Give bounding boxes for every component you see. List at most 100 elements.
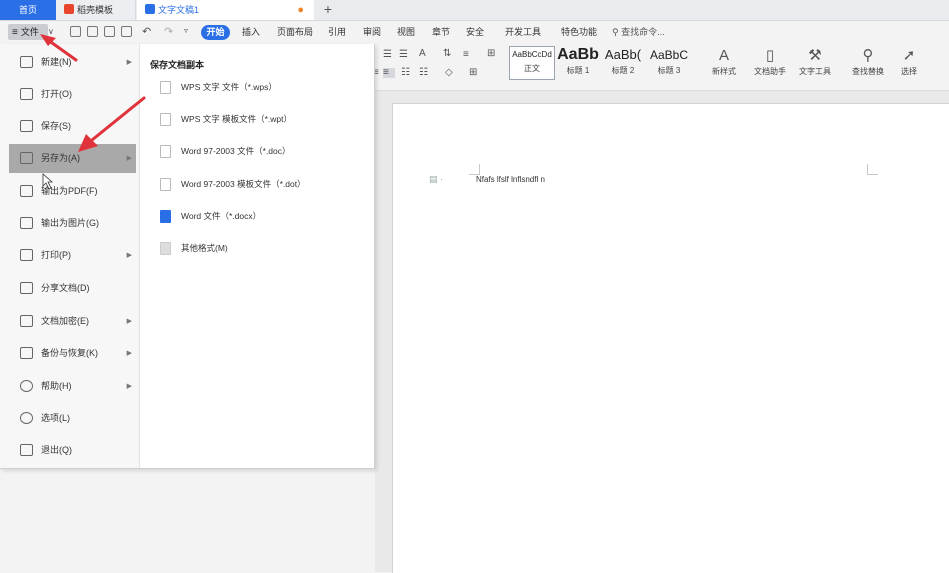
quick-access-more-icon[interactable]: ▿ [184, 26, 188, 35]
tab-start[interactable]: 开始 [201, 25, 230, 40]
margin-corner-top-left [469, 164, 480, 175]
title-bar: 首页 稻壳模板 文字文稿1 ● + [0, 0, 949, 21]
new-tab-button[interactable]: + [318, 0, 338, 20]
text-tools-button[interactable]: ⚒ 文字工具 [794, 46, 836, 77]
save-as-dot-label: Word 97-2003 模板文件（*.dot） [181, 179, 306, 189]
style-heading-2[interactable]: AaBb( 标题 2 [601, 46, 645, 80]
new-style-label: 新样式 [712, 67, 736, 76]
menu-item-open[interactable]: 打开(O) [9, 80, 136, 109]
menu-item-backup-label: 备份与恢复(K) [41, 348, 98, 358]
pdf-icon [20, 185, 33, 197]
center-align-icon[interactable]: ≡ [383, 68, 395, 78]
tab-review[interactable]: 审阅 [363, 25, 381, 40]
magnifier-icon: ⚲ [862, 47, 874, 64]
menu-item-encrypt[interactable]: 文档加密(E) ▶ [9, 307, 136, 336]
wps-writer-icon [145, 4, 155, 14]
new-style-icon: A [718, 47, 729, 64]
tab-view[interactable]: 视图 [397, 25, 415, 40]
style-heading-1-sample: AaBb [557, 46, 599, 63]
font-size-icon[interactable]: A [419, 49, 431, 59]
menu-item-share-label: 分享文档(D) [41, 283, 90, 293]
exit-icon [20, 444, 33, 456]
folder-icon [20, 88, 33, 100]
tab-insert[interactable]: 插入 [242, 25, 260, 40]
menu-item-options[interactable]: 选项(L) [9, 404, 136, 433]
wps-file-icon [160, 81, 171, 94]
menu-item-backup[interactable]: 备份与恢复(K) ▶ [9, 339, 136, 368]
save-as-wpt-label: WPS 文字 模板文件（*.wpt） [181, 114, 292, 124]
select-button[interactable]: ➚ 选择 [893, 46, 925, 77]
list-icon[interactable]: ☷ [419, 68, 431, 78]
tab-security[interactable]: 安全 [466, 25, 484, 40]
line-spacing-icon[interactable]: ≡ [463, 50, 475, 60]
file-menu-panel: 新建(N) ▶ 打开(O) 保存(S) 另存为(A) ▶ 输出为PDF(F) 输… [0, 44, 375, 469]
image-icon [20, 217, 33, 229]
command-search-placeholder: 查找命令... [621, 27, 665, 37]
menu-item-help-label: 帮助(H) [41, 381, 72, 391]
sort-icon[interactable]: ⇅ [443, 49, 455, 59]
tab-template[interactable]: 稻壳模板 [56, 0, 136, 20]
style-normal[interactable]: AaBbCcDd 正文 [509, 46, 555, 80]
menu-item-save-as[interactable]: 另存为(A) ▶ [9, 144, 136, 173]
margin-corner-top-right [867, 164, 878, 175]
command-search[interactable]: ⚲ 查找命令... [612, 25, 665, 40]
paragraph-handle-icon[interactable]: ▤ · [429, 174, 443, 185]
tab-document[interactable]: 文字文稿1 ● [137, 0, 314, 20]
export-icon[interactable] [87, 26, 98, 37]
save-as-icon [20, 152, 33, 164]
save-icon[interactable] [70, 26, 81, 37]
chevron-right-icon: ▶ [126, 350, 132, 357]
backup-icon [20, 347, 33, 359]
tab-home[interactable]: 首页 [0, 0, 56, 20]
menu-item-save[interactable]: 保存(S) [9, 112, 136, 141]
menu-item-share[interactable]: 分享文档(D) [9, 274, 136, 303]
tab-page-layout[interactable]: 页面布局 [277, 25, 313, 40]
align-left-icon[interactable]: ☰ [383, 50, 395, 60]
menu-item-print[interactable]: 打印(P) ▶ [9, 241, 136, 270]
style-heading-3-label: 标题 3 [657, 66, 681, 75]
menu-item-export-pdf[interactable]: 输出为PDF(F) [9, 177, 136, 206]
find-replace-button[interactable]: ⚲ 查找替换 [847, 46, 889, 77]
docx-file-icon [160, 210, 171, 223]
select-label: 选择 [901, 67, 917, 76]
print-preview-icon[interactable] [121, 26, 132, 37]
redo-icon[interactable]: ↷ [164, 25, 173, 38]
style-heading-3[interactable]: AaBbC 标题 3 [646, 46, 692, 80]
new-style-button[interactable]: A 新样式 [706, 46, 742, 77]
doc-file-icon [160, 145, 171, 158]
chevron-right-icon: ▶ [126, 318, 132, 325]
menu-item-exit[interactable]: 退出(Q) [9, 436, 136, 465]
table-icon[interactable]: ⊞ [487, 49, 499, 59]
print-icon[interactable] [104, 26, 115, 37]
tab-document-label: 文字文稿1 [158, 5, 200, 15]
tab-features[interactable]: 特色功能 [561, 25, 597, 40]
save-icon [20, 120, 33, 132]
document-text[interactable]: Nfafs lfslf lnflsndfl n [476, 175, 545, 184]
tab-chapter[interactable]: 章节 [432, 25, 450, 40]
document-page[interactable] [392, 103, 949, 573]
menu-item-new[interactable]: 新建(N) ▶ [9, 48, 136, 77]
style-heading-1[interactable]: AaBb 标题 1 [556, 46, 600, 80]
doc-assistant-button[interactable]: ▯ 文档助手 [751, 46, 789, 77]
style-normal-sample: AaBbCcDd [512, 50, 552, 59]
borders-icon[interactable]: ⊞ [469, 68, 481, 78]
menu-item-print-label: 打印(P) [41, 250, 71, 260]
undo-icon[interactable]: ↶ [142, 25, 151, 38]
shading-icon[interactable]: ◇ [445, 68, 457, 78]
tab-developer[interactable]: 开发工具 [505, 25, 541, 40]
tab-references[interactable]: 引用 [328, 25, 346, 40]
style-normal-label: 正文 [524, 64, 540, 73]
printer-icon [20, 249, 33, 261]
menu-item-save-as-label: 另存为(A) [41, 153, 80, 163]
unsaved-dot-icon: ● [297, 4, 304, 16]
indent-icon[interactable]: ☰ [399, 50, 411, 60]
file-menu-list: 新建(N) ▶ 打开(O) 保存(S) 另存为(A) ▶ 输出为PDF(F) 输… [0, 44, 140, 468]
menu-item-export-pdf-label: 输出为PDF(F) [41, 186, 98, 196]
file-dropdown-chevron-icon[interactable]: ∨ [48, 27, 54, 36]
menu-item-help[interactable]: 帮助(H) ▶ [9, 372, 136, 401]
distributed-icon[interactable]: ☷ [401, 68, 413, 78]
chevron-right-icon: ▶ [126, 155, 132, 162]
chevron-right-icon: ▶ [126, 252, 132, 259]
file-menu-button[interactable]: ≡ 文件 [8, 24, 48, 40]
menu-item-export-image[interactable]: 输出为图片(G) [9, 209, 136, 238]
